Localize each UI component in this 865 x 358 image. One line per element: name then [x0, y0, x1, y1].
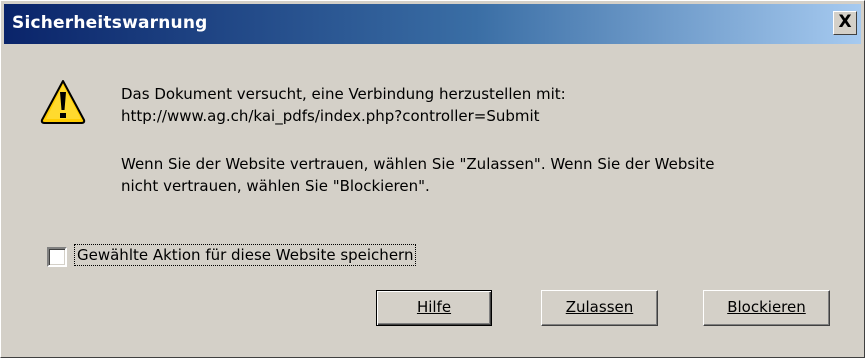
- message-line-4: nicht vertrauen, wählen Sie "Blockieren"…: [121, 177, 430, 195]
- remember-action-checkbox[interactable]: [47, 247, 67, 267]
- remember-action-label[interactable]: Gewählte Aktion für diese Website speich…: [73, 244, 417, 266]
- message-line-3: Wenn Sie der Website vertrauen, wählen S…: [121, 155, 715, 173]
- title-bar[interactable]: Sicherheitswarnung X: [4, 4, 861, 44]
- block-button[interactable]: Blockieren: [703, 290, 830, 326]
- close-button[interactable]: X: [833, 11, 857, 35]
- help-button[interactable]: Hilfe: [376, 290, 492, 326]
- warning-icon: [40, 80, 86, 124]
- message-connection: Das Dokument versucht, eine Verbindung h…: [121, 83, 566, 127]
- security-warning-dialog: Sicherheitswarnung X Das Dokument versuc…: [0, 0, 865, 358]
- block-button-label: Blockieren: [727, 298, 806, 316]
- allow-button[interactable]: Zulassen: [541, 290, 658, 326]
- help-button-label: Hilfe: [416, 298, 452, 316]
- window-title: Sicherheitswarnung: [12, 13, 208, 33]
- message-url: http://www.ag.ch/kai_pdfs/index.php?cont…: [121, 107, 540, 125]
- allow-button-label: Zulassen: [565, 298, 634, 316]
- message-instructions: Wenn Sie der Website vertrauen, wählen S…: [121, 153, 714, 197]
- message-line-1: Das Dokument versucht, eine Verbindung h…: [121, 85, 566, 103]
